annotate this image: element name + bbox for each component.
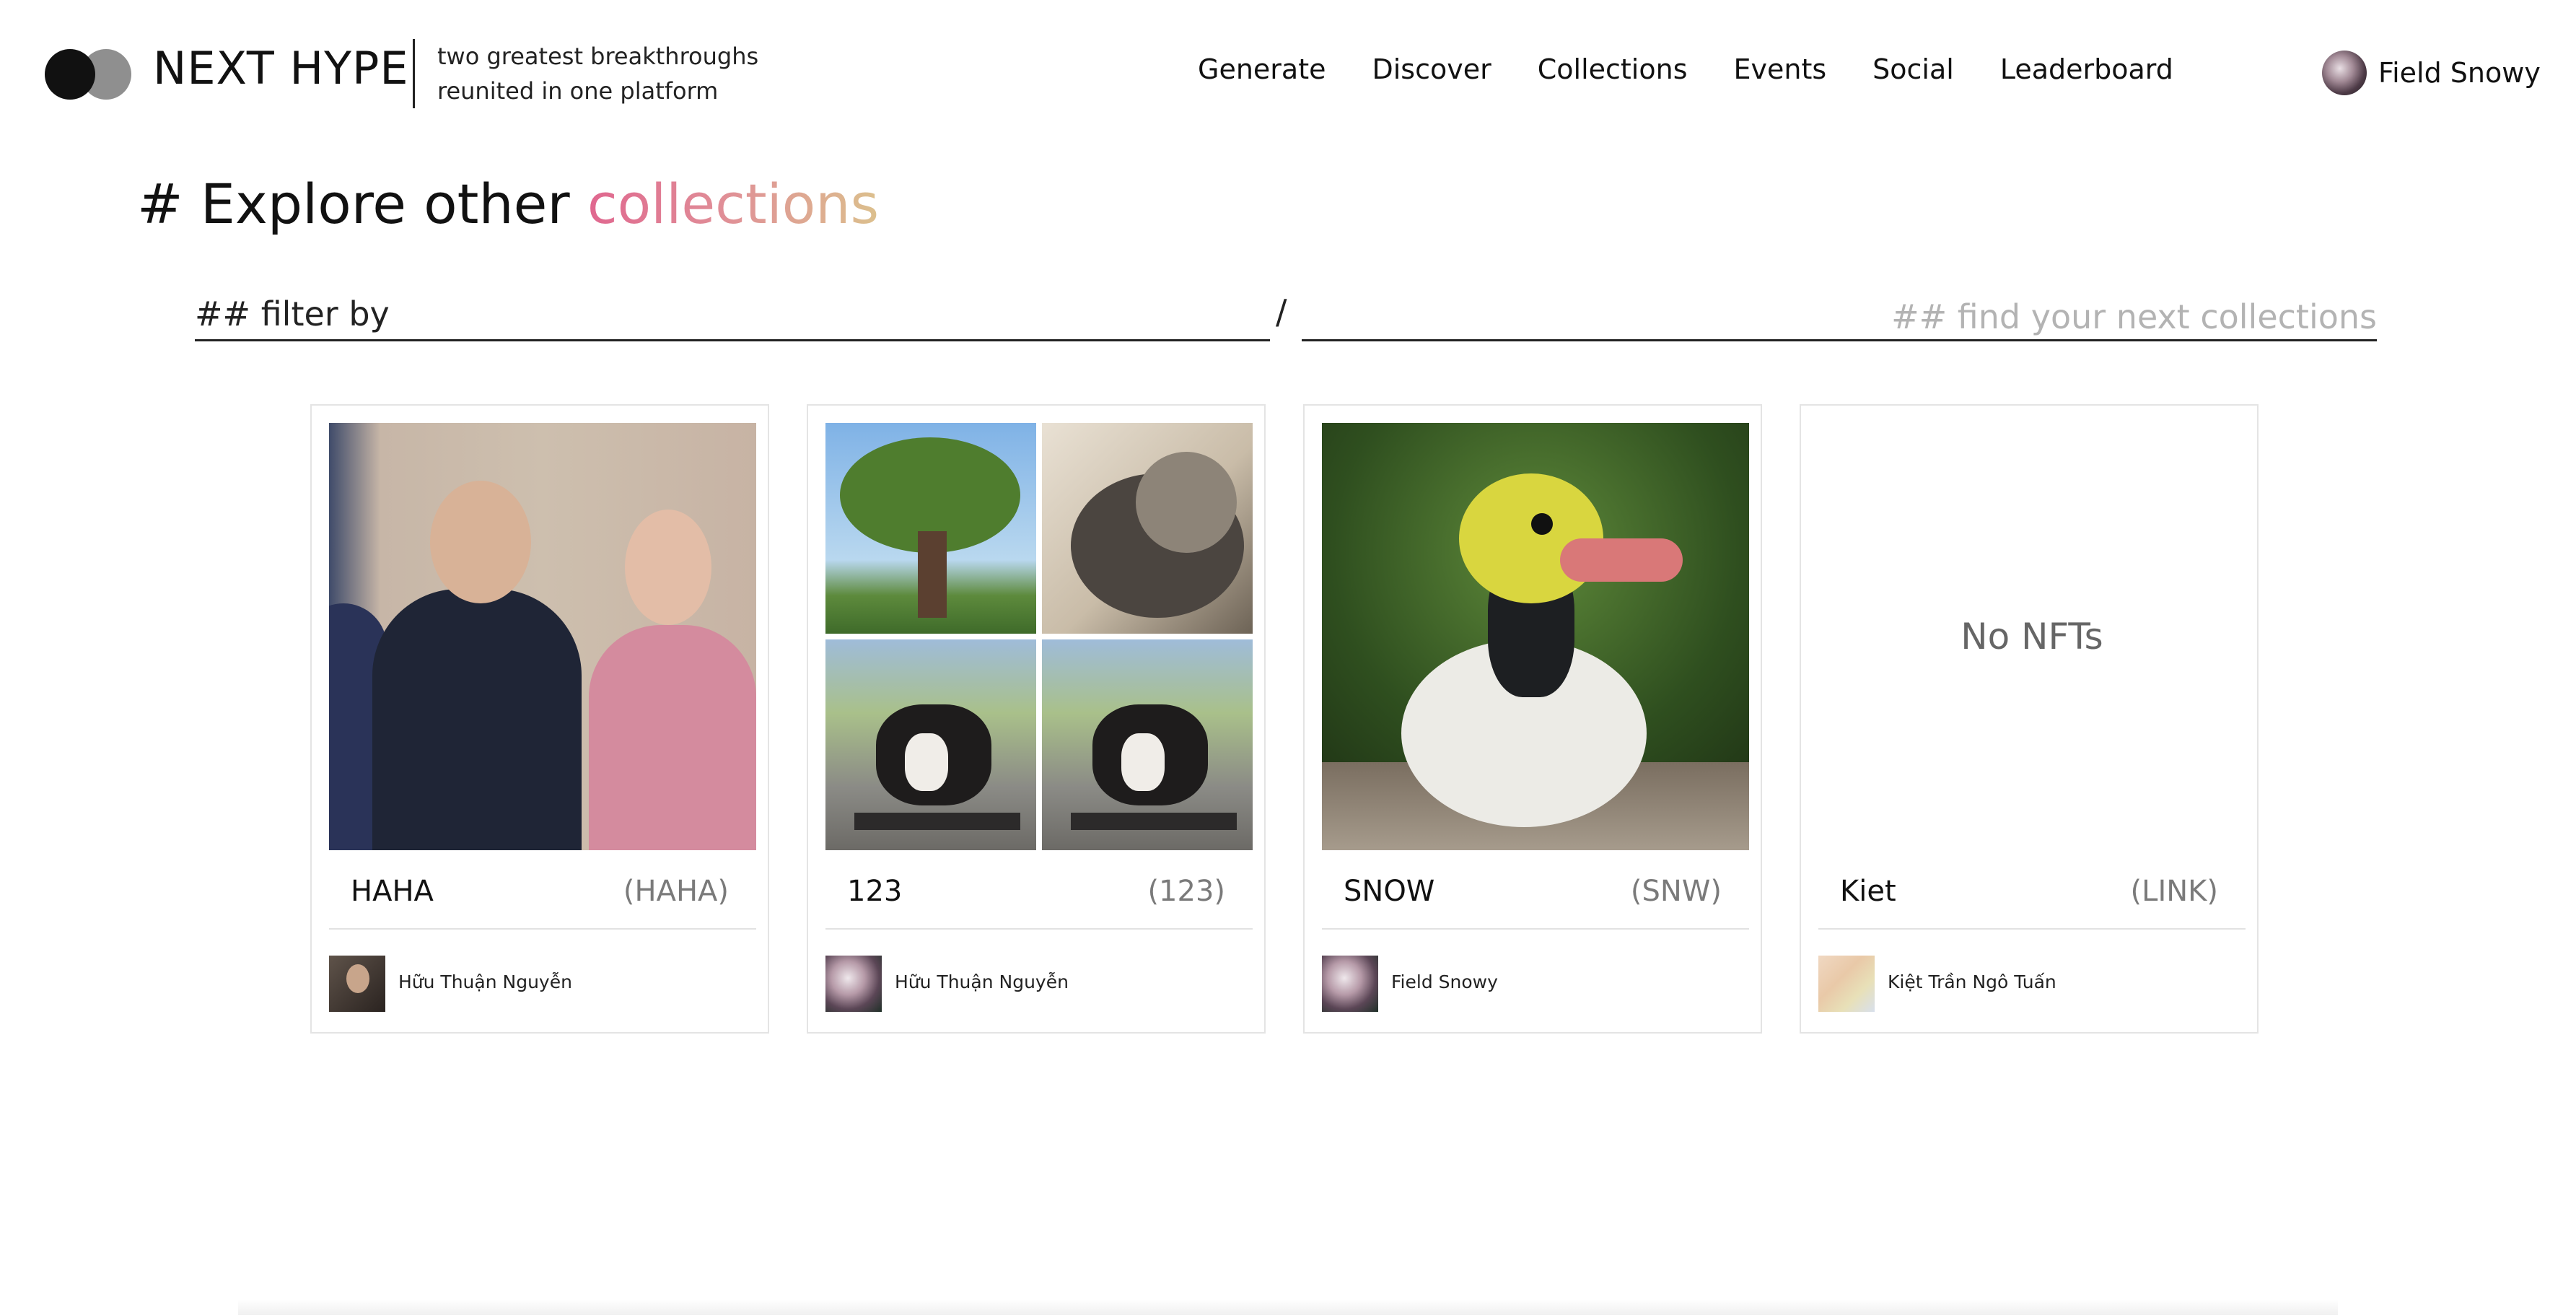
filter-by-field[interactable]: ## filter by xyxy=(195,294,1270,341)
owner-avatar[interactable] xyxy=(825,956,882,1012)
user-name[interactable]: Field Snowy xyxy=(2378,57,2541,89)
brand-divider xyxy=(413,39,415,108)
logo-icon[interactable] xyxy=(45,49,131,100)
owner-avatar[interactable] xyxy=(1818,956,1875,1012)
owner-avatar[interactable] xyxy=(1322,956,1378,1012)
owner-name[interactable]: Field Snowy xyxy=(1391,971,1498,992)
filter-separator: / xyxy=(1276,292,1287,331)
owner-name[interactable]: Hữu Thuận Nguyễn xyxy=(398,971,572,992)
collection-card[interactable]: 123 (123) Hữu Thuận Nguyễn xyxy=(807,404,1266,1034)
owner-name[interactable]: Kiệt Trần Ngô Tuấn xyxy=(1888,971,2056,992)
page-title-prefix: # Explore other xyxy=(137,172,587,236)
cat-image xyxy=(1042,423,1253,634)
collection-name: HAHA xyxy=(351,875,434,908)
tree-image xyxy=(825,423,1036,634)
nav-generate[interactable]: Generate xyxy=(1198,53,1326,97)
card-divider xyxy=(825,928,1253,930)
cat-statue-image xyxy=(1042,639,1253,850)
card-divider xyxy=(329,928,756,930)
four-image-grid xyxy=(825,423,1253,850)
collection-symbol: (HAHA) xyxy=(623,875,729,908)
nav-discover[interactable]: Discover xyxy=(1372,53,1491,97)
tagline-line-1: two greatest breakthroughs xyxy=(437,43,759,70)
nav-social[interactable]: Social xyxy=(1872,53,1954,97)
collection-thumbnail[interactable] xyxy=(1322,423,1749,850)
portrait-photo xyxy=(329,423,756,850)
footer-shadow xyxy=(238,1299,2338,1315)
collection-search-input[interactable] xyxy=(1302,294,2377,341)
collection-name: Kiet xyxy=(1840,875,1896,908)
collection-card[interactable]: No NFTs Kiet (LINK) Kiệt Trần Ngô Tuấn xyxy=(1800,404,2259,1034)
empty-state-text: No NFTs xyxy=(1961,616,2103,658)
tagline: two greatest breakthroughs reunited in o… xyxy=(437,39,784,108)
card-divider xyxy=(1818,928,2246,930)
collection-thumbnail[interactable] xyxy=(825,423,1253,850)
collection-card[interactable]: SNOW (SNW) Field Snowy xyxy=(1303,404,1762,1034)
top-header: NEXT HYPE two greatest breakthroughs reu… xyxy=(0,0,2576,144)
owner-avatar[interactable] xyxy=(329,956,385,1012)
owner-name[interactable]: Hữu Thuận Nguyễn xyxy=(895,971,1069,992)
nav-collections[interactable]: Collections xyxy=(1538,53,1688,97)
cat-statue-image xyxy=(825,639,1036,850)
user-avatar[interactable] xyxy=(2322,51,2367,95)
collection-thumbnail[interactable]: No NFTs xyxy=(1818,423,2246,850)
collection-thumbnail[interactable] xyxy=(329,423,756,850)
page-title: # Explore other collections xyxy=(137,172,879,236)
duck-photo xyxy=(1322,423,1749,850)
collection-card[interactable]: HAHA (HAHA) Hữu Thuận Nguyễn xyxy=(310,404,769,1034)
nav-events[interactable]: Events xyxy=(1734,53,1827,97)
card-divider xyxy=(1322,928,1749,930)
collection-symbol: (LINK) xyxy=(2130,875,2218,908)
brand-name[interactable]: NEXT HYPE xyxy=(153,42,409,95)
collection-symbol: (SNW) xyxy=(1630,875,1722,908)
collection-symbol: (123) xyxy=(1147,875,1225,908)
filter-by-label: ## filter by xyxy=(195,294,390,333)
nav-leaderboard[interactable]: Leaderboard xyxy=(2000,53,2173,97)
user-menu[interactable]: Field Snowy xyxy=(2322,51,2541,95)
collection-name: 123 xyxy=(847,875,903,908)
collection-name: SNOW xyxy=(1344,875,1435,908)
main-nav: Generate Discover Collections Events Soc… xyxy=(1198,53,2220,97)
page-title-accent: collections xyxy=(587,172,880,236)
tagline-line-2: reunited in one platform xyxy=(437,77,719,105)
